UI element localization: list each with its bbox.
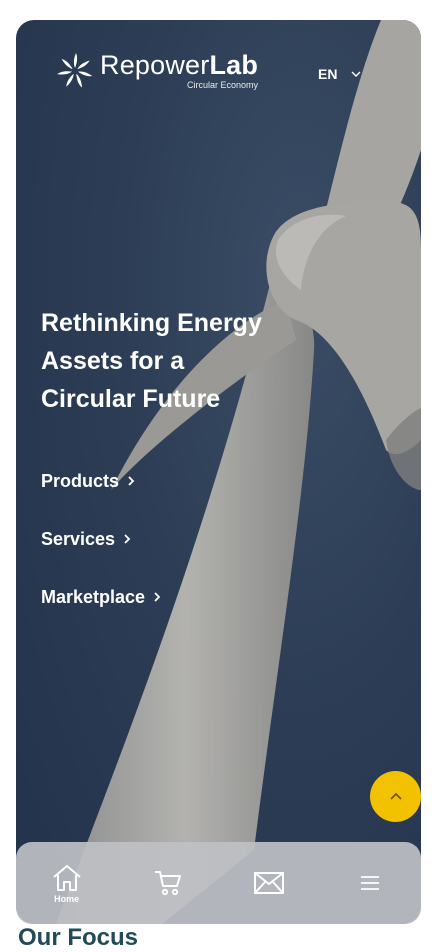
chevron-right-icon	[128, 476, 135, 486]
logo-burst-icon	[57, 53, 93, 88]
home-icon	[52, 864, 81, 891]
chevron-up-icon	[389, 792, 402, 800]
hero-headline: Rethinking Energy Assets for a Circular …	[41, 309, 262, 413]
chevron-right-icon	[154, 592, 161, 602]
brand-tagline: Circular Economy	[187, 80, 259, 90]
services-link-label: Services	[41, 528, 116, 549]
tab-menu[interactable]	[335, 875, 405, 891]
chevron-down-icon	[351, 71, 361, 77]
scroll-to-top-button[interactable]	[370, 771, 421, 822]
marketplace-link-label: Marketplace	[41, 586, 146, 607]
services-link[interactable]: Services	[41, 510, 161, 568]
products-link[interactable]: Products	[41, 452, 161, 510]
hero-banner: RepowerLab Circular Economy EN Rethinkin…	[16, 20, 421, 924]
brand-name: RepowerLab	[100, 50, 259, 80]
bottom-tab-bar: Home	[16, 842, 421, 924]
section-title: Our Focus	[18, 924, 139, 951]
chevron-right-icon	[124, 534, 131, 544]
language-code: EN	[318, 66, 338, 82]
mail-icon	[254, 872, 285, 894]
tab-contact[interactable]	[234, 871, 304, 895]
tab-home-label: Home	[54, 893, 80, 904]
menu-icon	[361, 876, 380, 890]
brand-logo[interactable]: RepowerLab Circular Economy	[56, 52, 258, 90]
products-link-label: Products	[41, 470, 120, 491]
language-selector[interactable]: EN	[318, 66, 361, 82]
tab-home[interactable]: Home	[32, 863, 102, 904]
marketplace-link[interactable]: Marketplace	[41, 568, 161, 626]
cart-icon	[154, 871, 181, 896]
tab-cart[interactable]	[133, 869, 203, 897]
hero-links: Products Services Marketplace	[41, 452, 161, 626]
